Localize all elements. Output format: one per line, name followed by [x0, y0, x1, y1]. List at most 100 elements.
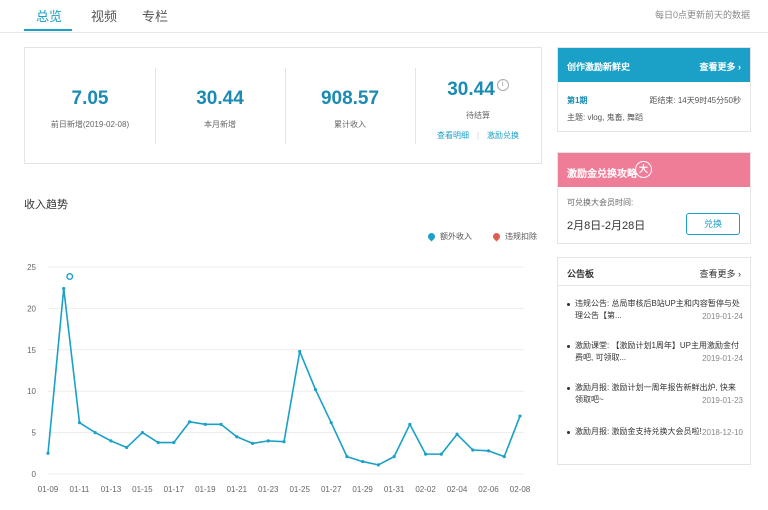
data-point — [502, 455, 506, 459]
stat-label: 待结算 — [466, 111, 490, 120]
legend-violation[interactable]: 违规扣除 — [491, 231, 537, 242]
x-tick-label: 01-25 — [289, 485, 310, 494]
data-point — [188, 420, 192, 424]
x-tick-label: 01-29 — [352, 485, 373, 494]
data-point — [203, 422, 207, 426]
exchange-panel: 激励金兑换攻略 大 可兑换大会员时间: 2月8日-2月28日 兑换 — [557, 152, 751, 244]
data-point — [235, 435, 239, 439]
notice-item[interactable]: 违规公告: 总局审核后B站UP主和内容暂停与处理公告【第... 2019-01-… — [567, 298, 743, 323]
data-point — [46, 451, 50, 455]
data-point — [455, 432, 459, 436]
stat-links: 查看明细 | 激励兑换 — [436, 131, 520, 140]
data-point — [140, 431, 144, 435]
data-point — [471, 448, 475, 452]
x-tick-label: 01-13 — [101, 485, 122, 494]
y-tick-label: 20 — [27, 304, 36, 313]
x-tick-label: 01-31 — [384, 485, 405, 494]
chevron-right-icon: › — [738, 269, 741, 279]
panel-title: 公告板 — [567, 269, 595, 279]
income-trend-chart[interactable]: 0 5 10 15 20 25 01-09 01-11 01-13 01-15 01-17 01-19… — [0, 255, 545, 505]
data-point — [219, 422, 223, 426]
stat-label: 本月新增 — [204, 120, 236, 129]
tab-overview[interactable]: 总览 — [36, 6, 62, 25]
x-tick-label: 01-09 — [38, 485, 59, 494]
data-point — [376, 463, 380, 467]
y-tick-label: 15 — [27, 346, 36, 355]
data-point — [125, 445, 129, 450]
active-tab-indicator — [24, 29, 72, 31]
x-tick-label: 01-21 — [227, 485, 248, 494]
period-label: 第1期 — [567, 96, 588, 105]
x-tick-label: 01-15 — [132, 485, 153, 494]
stat-value: 908.57 — [320, 88, 380, 109]
data-point — [313, 387, 318, 392]
data-point — [298, 349, 302, 354]
notice-text: 激励月报: 激励金支持兑换大会员啦! — [567, 426, 743, 438]
data-point — [250, 441, 255, 445]
countdown: 距结束: 14天9时45分50秒 — [649, 96, 741, 105]
stat-total: 908.57 累计收入 — [285, 48, 415, 163]
view-details-link[interactable]: 查看明细 — [437, 131, 469, 140]
data-point — [486, 449, 491, 453]
tab-bar: 总览 视频 专栏 每日0点更新前天的数据 — [0, 0, 768, 33]
data-point — [329, 421, 333, 425]
data-point — [156, 440, 160, 445]
y-tick-label: 5 — [32, 429, 37, 438]
incentive-exchange-link[interactable]: 激励兑换 — [487, 131, 519, 140]
x-tick-label: 01-23 — [258, 485, 279, 494]
legend-label: 额外收入 — [440, 232, 472, 241]
x-tick-label: 02-04 — [447, 485, 468, 494]
notice-item[interactable]: 激励月报: 激励计划一周年报告新鲜出炉, 快来领取吧~ 2019-01-23 — [567, 382, 743, 407]
chevron-right-icon: › — [738, 62, 741, 72]
tab-video[interactable]: 视频 — [91, 6, 117, 25]
data-point — [172, 440, 176, 445]
data-point — [518, 414, 522, 418]
x-tick-label: 01-19 — [195, 485, 216, 494]
stat-yesterday: 7.05 前日新增(2019-02-08) — [25, 48, 155, 163]
y-tick-label: 0 — [32, 470, 37, 479]
tab-column[interactable]: 专栏 — [142, 6, 168, 25]
stat-value: 30.44 — [447, 79, 495, 100]
stat-label: 前日新增(2019-02-08) — [50, 120, 130, 129]
legend-extra-income[interactable]: 额外收入 — [426, 231, 472, 242]
stat-value: 7.05 — [71, 88, 109, 109]
notice-text: 激励月报: 激励计划一周年报告新鲜出炉, 快来领取吧~ — [567, 382, 743, 406]
stat-this-month: 30.44 本月新增 — [155, 48, 285, 163]
data-point — [109, 439, 113, 443]
x-tick-label: 02-08 — [510, 485, 531, 494]
notice-item[interactable]: 激励课堂: 【激励计划1周年】UP主用激励金付费吧, 可领取... 2019-0… — [567, 340, 743, 365]
notice-item[interactable]: 激励月报: 激励金支持兑换大会员啦! 2018-12-10 — [567, 426, 743, 439]
exchange-button[interactable]: 兑换 — [686, 213, 740, 235]
extra-income-marker — [66, 273, 74, 281]
y-tick-label: 10 — [27, 387, 36, 396]
x-tick-label: 01-27 — [321, 485, 342, 494]
data-point — [439, 452, 443, 456]
x-tick-label: 02-06 — [478, 485, 499, 494]
data-point — [392, 455, 396, 459]
info-icon[interactable]: i — [496, 79, 509, 91]
data-point — [93, 431, 97, 435]
creator-incentive-panel: 创作激励新鲜史 查看更多 › 第1期 距结束: 14天9时45分50秒 主题: … — [557, 47, 751, 132]
notice-board: 公告板 查看更多 › 违规公告: 总局审核后B站UP主和内容暂停与处理公告【第.… — [557, 257, 751, 465]
location-pin-icon — [491, 231, 502, 242]
x-tick-label: 01-11 — [70, 485, 90, 494]
stat-label: 累计收入 — [334, 120, 366, 129]
view-more-link[interactable]: 查看更多 › — [699, 267, 741, 280]
panel-title: 激励金兑换攻略 — [567, 169, 637, 180]
exchange-subtitle: 可兑换大会员时间: — [567, 198, 634, 207]
data-point — [62, 286, 66, 291]
stat-value-wrap: 30.44 i — [413, 79, 543, 101]
data-point — [282, 440, 286, 444]
y-tick-label: 25 — [27, 263, 36, 272]
x-tick-label: 01-17 — [164, 485, 185, 494]
data-point — [77, 421, 82, 425]
vip-badge-icon: 大 — [635, 161, 652, 178]
data-point — [345, 455, 349, 459]
income-series-line — [47, 287, 521, 466]
data-point — [408, 422, 412, 426]
data-point — [266, 439, 270, 443]
update-note: 每日0点更新前天的数据 — [654, 10, 750, 20]
panel-header: 创作激励新鲜史 查看更多 › — [558, 48, 750, 82]
data-point — [424, 452, 428, 456]
view-more-link[interactable]: 查看更多 › — [699, 60, 741, 73]
